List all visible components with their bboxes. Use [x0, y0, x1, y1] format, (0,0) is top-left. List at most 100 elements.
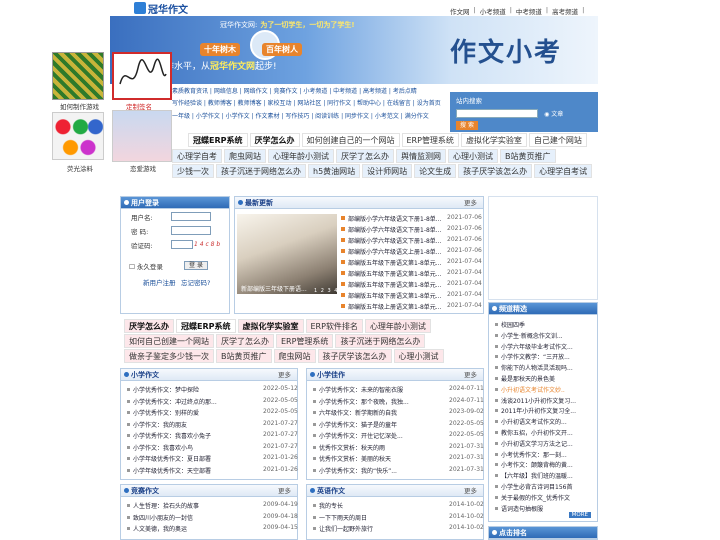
list-item[interactable]: 部编版小学六年级语文上册1-8单... 2021-07-06 — [341, 247, 482, 256]
list-item[interactable]: 最是那秋天的景色美 — [495, 374, 555, 383]
list-item-title[interactable]: 小学六年级毕业考试作文... — [501, 342, 573, 351]
list-item[interactable]: 小学年级优秀作文：天空部署 2021-01-26 — [127, 466, 298, 475]
tag-link[interactable]: 如何创建自己的一个网站 — [301, 133, 400, 147]
nav-line[interactable]: 写作经验谈 | 教师博客 | 教师博客 | 家校互动 | 网站社区 | 同行作文… — [172, 98, 450, 110]
list-item[interactable]: 关于最假的作文_优秀作文 — [495, 493, 570, 502]
tag-link[interactable]: 心理年龄小测试 — [364, 319, 431, 333]
tag-link[interactable]: 论文生成 — [414, 164, 457, 178]
list-item[interactable]: 人生哲理：拾石头的故事 2009-04-19 — [127, 501, 298, 510]
tag-link[interactable]: B站黄页推广 — [500, 149, 556, 163]
search-radio-article[interactable]: ◉ 文章 — [544, 109, 563, 118]
english-essays-more-link[interactable]: 更多 — [464, 485, 477, 497]
list-item[interactable]: 小学优秀作文：开住记忆深处... 2022-05-05 — [313, 431, 484, 440]
top-link-xiaokao[interactable]: 小考频道 — [480, 6, 506, 16]
list-item-title[interactable]: 小学年级优秀作文：夏日部署 — [133, 454, 211, 463]
list-item-title[interactable]: 六年级作文：新学期新的自我 — [319, 408, 397, 417]
list-item[interactable]: 部编版小学六年级语文下册1-8单... 2021-07-06 — [341, 236, 482, 245]
list-item[interactable]: 小学优秀作文：别样的爱 2022-05-05 — [127, 408, 298, 417]
list-item-title[interactable]: 小学优秀作文：梦中探险 — [133, 385, 199, 394]
list-item[interactable]: 部编版五年级下册语文第1-8单元... 2021-07-04 — [341, 269, 482, 278]
list-item[interactable]: 小学优秀作文：我的“快乐”... 2021-07-31 — [313, 466, 484, 475]
tag-link[interactable]: 孩子厌学该怎么办 — [317, 349, 392, 363]
tag-link[interactable]: 孩子沉迷于网络怎么办 — [216, 164, 306, 178]
list-item-title[interactable]: 部编版小学六年级语文下册1-8单... — [348, 225, 442, 234]
list-item-title[interactable]: 2011年小升初作文复习全... — [501, 406, 576, 415]
list-item-title[interactable]: 你能下的人物活灵活现吗... — [501, 363, 573, 372]
list-item-title[interactable]: 人文美德，我的奥运 — [133, 524, 187, 533]
list-item[interactable]: 你能下的人物活灵活现吗... — [495, 363, 573, 372]
tag-link[interactable]: 冠蝶ERP系统 — [188, 133, 248, 147]
captcha-input[interactable] — [171, 240, 193, 249]
site-logo[interactable]: 冠华作文 — [134, 1, 194, 16]
list-item-title[interactable]: 部编版小学六年级语文上册1-8单... — [348, 247, 442, 256]
nav-line[interactable]: 一年级 | 小学作文 | 小学作文 | 作文素材 | 写作技巧 | 阅读训练 |… — [172, 111, 450, 123]
list-item-title[interactable]: 让我们一起野外旅行 — [319, 524, 373, 533]
list-item[interactable]: 小学优秀作文：猫子是的童年 2022-05-05 — [313, 420, 484, 429]
list-item-title[interactable]: 小学作文：我的朋友 — [133, 420, 187, 429]
list-item-title[interactable]: 优秀作文赏析：秋天的雨 — [319, 443, 385, 452]
ad-image-game[interactable] — [52, 52, 104, 100]
list-item[interactable]: 小学生必背古诗词目156首 — [495, 482, 572, 491]
list-item[interactable]: 部编版五年级上册语文第1-8单元... 2021-07-04 — [341, 302, 482, 311]
tag-link[interactable]: 做亲子鉴定多少钱一次 — [124, 349, 214, 363]
list-item-title[interactable]: 教你五招，小升初作文开... — [501, 428, 573, 437]
list-item[interactable]: 部编版五年级下册语文第1-8单元... 2021-07-04 — [341, 291, 482, 300]
tag-link[interactable]: 舆情监测网 — [396, 149, 446, 163]
list-item-title[interactable]: 最是那秋天的景色美 — [501, 374, 555, 383]
list-item[interactable]: 小升初语文考试作文妙.. — [495, 385, 565, 394]
list-item[interactable]: 小学年级优秀作文：夏日部署 2021-01-26 — [127, 454, 298, 463]
tag-link[interactable]: ERP软件排名 — [305, 319, 363, 333]
tag-link[interactable]: 心理学自考 — [172, 149, 222, 163]
remember-checkbox[interactable]: ☐ 永久登录 — [129, 261, 163, 271]
list-item-title[interactable]: 小考优秀作文：那一刻... — [501, 450, 567, 459]
search-button[interactable]: 搜 索 — [456, 121, 478, 130]
list-item[interactable]: 部编版五年级下册语文第1-8单元... 2021-07-04 — [341, 280, 482, 289]
tag-link[interactable]: 厌学怎么办 — [124, 319, 174, 333]
tag-link[interactable]: 厌学了怎么办 — [216, 334, 274, 348]
list-item-title[interactable]: 部编版小学六年级语文下册1-8单... — [348, 214, 442, 223]
ad-caption-lovegame[interactable]: 恋爱游戏 — [130, 163, 156, 173]
list-item-title[interactable]: 小学优秀作文：我的“快乐”... — [319, 466, 397, 475]
tag-link[interactable]: ERP管理系统 — [401, 133, 459, 147]
list-item-title[interactable]: 小学生必背古诗词目156首 — [501, 482, 572, 491]
tag-link[interactable]: 孩子厌学该怎么办 — [458, 164, 533, 178]
list-item-title[interactable]: 小升初语文考试作文的... — [501, 417, 567, 426]
ad-image-lovegame[interactable] — [112, 110, 172, 162]
list-item[interactable]: 部编版小学六年级语文下册1-8单... 2021-07-06 — [341, 214, 482, 223]
register-link[interactable]: 新用户注册 — [143, 277, 176, 287]
tag-link[interactable]: 孩子沉迷于网络怎么办 — [335, 334, 426, 348]
list-item[interactable]: 小学作文：我的朋友 2021-07-27 — [127, 420, 298, 429]
list-item[interactable]: 小考优秀作文：那一刻... — [495, 450, 567, 459]
list-item-title[interactable]: 部编版五年级下册语文第1-8单元... — [348, 291, 442, 300]
ad-caption-paint[interactable]: 荧光涂料 — [67, 163, 93, 173]
list-item-title[interactable]: 小学作文教学：“三开放... — [501, 352, 570, 361]
tag-link[interactable]: 心理年龄小测试 — [268, 149, 334, 163]
tag-link[interactable]: 心理小测试 — [448, 149, 498, 163]
list-item[interactable]: 致四川小朋友的一封信 2009-04-18 — [127, 513, 298, 522]
list-item-title[interactable]: 人生哲理：拾石头的故事 — [133, 501, 199, 510]
list-item[interactable]: 部编版五年级下册语文第1-8单元... 2021-07-04 — [341, 258, 482, 267]
primary-masterpiece-more-link[interactable]: 更多 — [464, 369, 477, 381]
list-item[interactable]: 小升初语文学习方法之记... — [495, 439, 573, 448]
list-item[interactable]: 小学优秀作文：我喜欢小兔子 2021-07-27 — [127, 431, 298, 440]
list-item-title[interactable]: 小学作文：我喜欢小鸟 — [133, 443, 193, 452]
list-item-title[interactable]: 小学优秀作文：开住记忆深处... — [319, 431, 403, 440]
list-item[interactable]: 小学优秀作文：未来的智能衣服 2024-07-11 — [313, 385, 484, 394]
list-item-title[interactable]: 语词造句抽根服 — [501, 504, 543, 513]
search-input[interactable] — [456, 109, 538, 118]
tag-link[interactable]: 虚拟化学实验室 — [237, 319, 304, 333]
tag-link[interactable]: 少钱一次 — [172, 164, 214, 178]
list-item-title[interactable]: 部编版小学六年级语文下册1-8单... — [348, 236, 442, 245]
list-item[interactable]: 我的专长 2014-10-02 — [313, 501, 484, 510]
list-item[interactable]: 小考作文：颠簸背梅的黄... — [495, 460, 573, 469]
list-item-title[interactable]: 小升初语文考试作文妙.. — [501, 385, 565, 394]
list-item-title[interactable]: 小学优秀作文：未来的智能衣服 — [319, 385, 403, 394]
list-item-title[interactable]: 部编版五年级下册语文第1-8单元... — [348, 269, 442, 278]
tag-link[interactable]: 心理学自考试 — [534, 164, 593, 178]
list-item[interactable]: 六年级作文：新学期新的自我 2023-09-02 — [313, 408, 484, 417]
list-item-title[interactable]: 小升初语文学习方法之记... — [501, 439, 573, 448]
list-item[interactable]: 人文美德，我的奥运 2009-04-15 — [127, 524, 298, 533]
top-link-gaokao[interactable]: 高考频道 — [552, 6, 578, 16]
tag-link[interactable]: 爬虫网站 — [273, 349, 316, 363]
tag-link[interactable]: 爬虫网站 — [224, 149, 266, 163]
